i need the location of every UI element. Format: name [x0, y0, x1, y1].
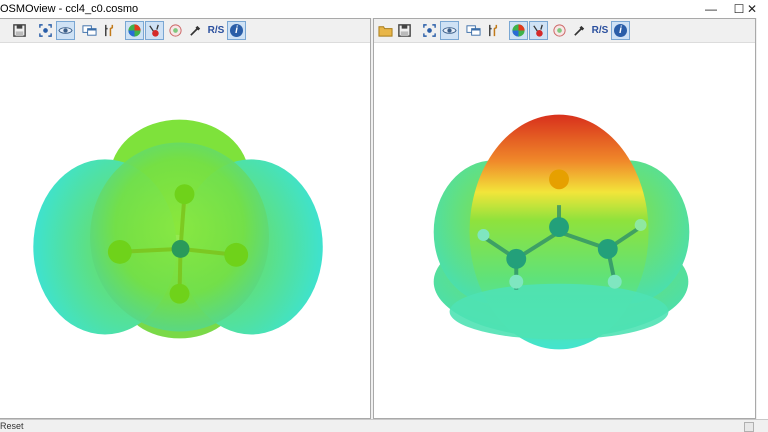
chlorine-atom: [174, 184, 195, 205]
zoom-fit-icon[interactable]: [36, 21, 55, 40]
polar-icon[interactable]: [166, 21, 185, 40]
carbon-atom: [171, 239, 190, 258]
info-icon[interactable]: i: [611, 21, 630, 40]
carbon-atom: [506, 248, 527, 269]
oxygen-atom: [549, 169, 569, 190]
chlorine-atom: [169, 283, 190, 304]
pipette-icon[interactable]: [570, 21, 589, 40]
tools-icon[interactable]: [484, 21, 503, 40]
info-label: i: [614, 24, 627, 37]
left-toolbar: R/S i: [0, 19, 370, 43]
ccl4-cosmo-surface: [33, 119, 323, 339]
title-bar: OSMOview - ccl4_c0.cosmo — ☐ ✕: [0, 0, 768, 18]
hydrogen-atom: [509, 274, 524, 289]
right-viewer-pane: R/S i: [373, 18, 756, 419]
eye-icon[interactable]: [56, 21, 75, 40]
window-icon[interactable]: [464, 21, 483, 40]
sigma-surface-icon[interactable]: [509, 21, 528, 40]
window-title: OSMOview - ccl4_c0.cosmo: [0, 3, 139, 15]
chlorine-atom: [224, 242, 249, 267]
zoom-fit-icon[interactable]: [420, 21, 439, 40]
hydrogen-atom: [607, 274, 622, 289]
chlorine-atom: [107, 239, 132, 264]
right-toolbar: R/S i: [374, 19, 755, 43]
info-icon[interactable]: i: [227, 21, 246, 40]
info-label: i: [230, 24, 243, 37]
charges-icon[interactable]: [529, 21, 548, 40]
acetone-cosmo-surface: [433, 114, 690, 350]
left-molecule-viewport[interactable]: [0, 43, 370, 418]
rs-label-icon[interactable]: R/S: [205, 21, 227, 40]
save-icon[interactable]: [395, 21, 414, 40]
eye-icon[interactable]: [440, 21, 459, 40]
rs-label-icon[interactable]: R/S: [589, 21, 611, 40]
sigma-surface-icon[interactable]: [125, 21, 144, 40]
resize-grip[interactable]: [744, 422, 754, 432]
right-molecule-viewport[interactable]: [374, 43, 755, 418]
status-bar: Reset: [0, 419, 768, 432]
save-icon[interactable]: [10, 21, 29, 40]
right-edge-scrollbar[interactable]: [757, 18, 768, 419]
hydrogen-atom: [477, 229, 490, 241]
rs-label: R/S: [591, 25, 609, 36]
polar-icon[interactable]: [550, 21, 569, 40]
carbon-atom: [549, 217, 569, 237]
window-icon[interactable]: [80, 21, 99, 40]
left-viewer-pane: R/S i: [0, 18, 371, 419]
rs-label: R/S: [207, 25, 225, 36]
minimize-button[interactable]: —: [697, 0, 725, 18]
pipette-icon[interactable]: [186, 21, 205, 40]
hydrogen-atom: [634, 219, 647, 231]
status-text: Reset: [0, 421, 24, 431]
close-button[interactable]: ✕: [738, 0, 766, 18]
carbon-atom: [597, 238, 618, 259]
charges-icon[interactable]: [145, 21, 164, 40]
open-folder-icon[interactable]: [376, 21, 395, 40]
tools-icon[interactable]: [100, 21, 119, 40]
